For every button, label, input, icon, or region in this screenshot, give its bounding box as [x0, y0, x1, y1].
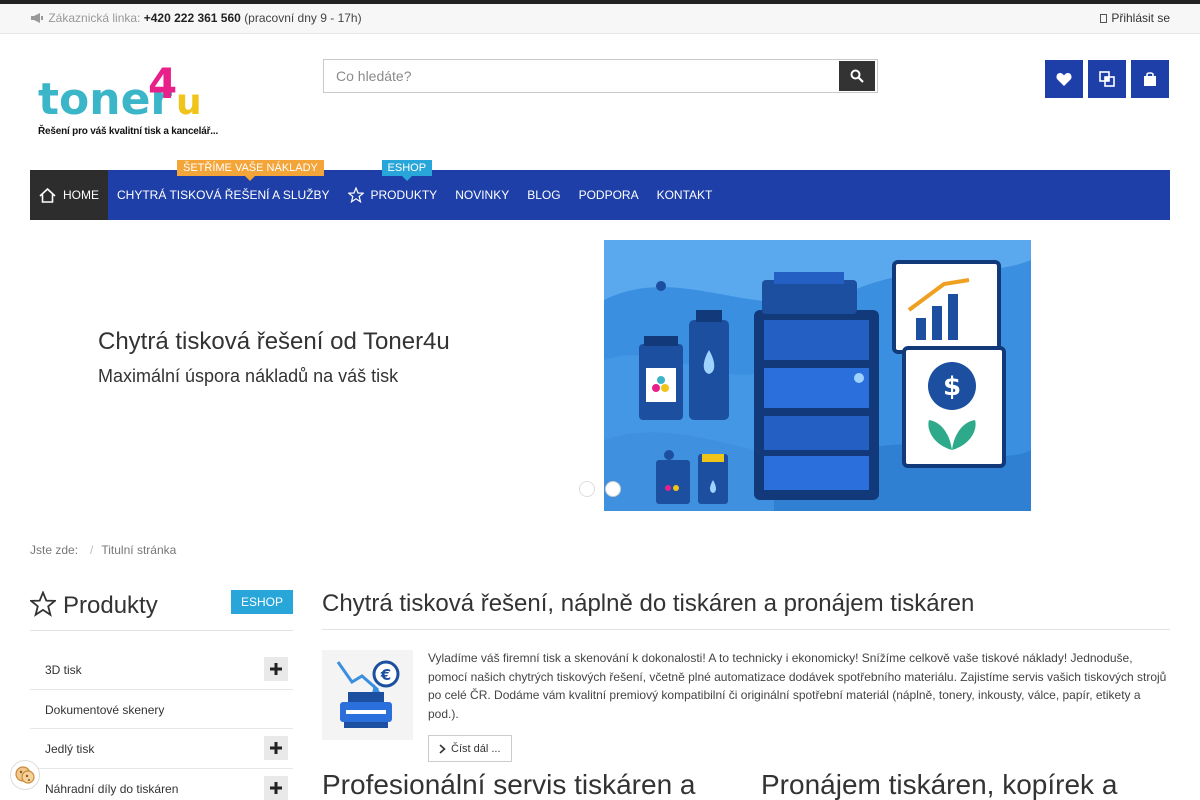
category-label: Náhradní díly do tiskáren	[45, 781, 179, 796]
hero-slider: Chytrá tisková řešení od Toner4u Maximál…	[30, 240, 1170, 512]
sidebar-category-3d-print[interactable]: 3D tisk	[30, 650, 293, 690]
category-label: 3D tisk	[45, 663, 82, 677]
section-title-service: Profesionální servis tiskáren a	[322, 769, 696, 800]
breadcrumb-separator: /	[90, 543, 94, 557]
svg-text:€: €	[380, 666, 391, 684]
sidebar-category-spare-parts[interactable]: Náhradní díly do tiskáren	[30, 769, 293, 800]
main-navigation: Home Šetříme vaše náklady Chytrá tisková…	[30, 160, 1170, 220]
cookie-icon	[15, 766, 35, 784]
bag-icon	[1144, 72, 1156, 86]
nav-item-label: Podpora	[578, 188, 639, 202]
sidebar-header: Produkty ESHOP	[30, 585, 293, 631]
nav-item-blog[interactable]: Blog	[518, 170, 569, 220]
chevron-right-icon	[439, 743, 446, 754]
megaphone-icon	[31, 13, 43, 23]
slide-title: Chytrá tisková řešení od Toner4u	[98, 328, 450, 355]
search-button[interactable]	[839, 61, 875, 91]
plus-icon	[270, 742, 282, 754]
cookie-settings-button[interactable]	[10, 760, 40, 790]
breadcrumb-label: Jste zde:	[30, 543, 79, 557]
main-content: Chytrá tisková řešení, náplně do tiskáre…	[322, 585, 1170, 800]
section-title-rental: Pronájem tiskáren, kopírek a	[761, 769, 1118, 800]
site-logo[interactable]: toner 4 u Řešení pro váš kvalitní tisk a…	[36, 58, 226, 142]
intro-paragraph: Vyladíme váš firemní tisk a skenování k …	[428, 651, 1167, 721]
sidebar-category-scanners[interactable]: Dokumentové skenery	[30, 690, 293, 729]
logo-slogan: Řešení pro váš kvalitní tisk a kancelář.…	[38, 126, 219, 137]
nav-item-news[interactable]: Novinky	[446, 170, 518, 220]
plus-icon	[270, 781, 282, 794]
nav-item-home[interactable]: Home	[30, 170, 108, 220]
nav-item-products[interactable]: Eshop Produkty	[339, 160, 447, 220]
nav-item-contact[interactable]: Kontakt	[648, 170, 722, 220]
home-icon	[39, 187, 56, 203]
nav-badge-savings: Šetříme vaše náklady	[177, 160, 324, 181]
compare-icon	[1099, 71, 1115, 87]
sidebar-eshop-badge[interactable]: ESHOP	[230, 590, 293, 614]
search-icon	[850, 69, 864, 83]
top-bar: Zákaznická linka: +420 222 361 560 (prac…	[0, 4, 1200, 34]
nav-item-support[interactable]: Podpora	[570, 170, 648, 220]
compare-button[interactable]	[1088, 60, 1126, 98]
login-label: Přihlásit se	[1111, 11, 1170, 25]
wishlist-button[interactable]	[1045, 60, 1083, 98]
nav-item-smart-print[interactable]: Šetříme vaše náklady Chytrá tisková řeše…	[108, 160, 339, 220]
read-more-button[interactable]: Číst dál ...	[428, 735, 512, 762]
star-icon	[347, 187, 364, 203]
nav-item-label: Chytrá tisková řešení a služby	[117, 188, 330, 202]
nav-item-label: Kontakt	[656, 188, 713, 202]
category-label: Jedlý tisk	[45, 742, 95, 756]
hotline-label: Zákaznická linka:	[48, 11, 141, 25]
sidebar-products: Produkty ESHOP 3D tisk Dokumentové skene…	[30, 585, 293, 800]
customer-hotline: Zákaznická linka: +420 222 361 560 (prac…	[30, 11, 362, 25]
svg-text:$: $	[943, 372, 961, 402]
cost-savings-printer-image: €	[322, 650, 413, 740]
login-link[interactable]: Přihlásit se	[1100, 11, 1170, 25]
nav-item-label: Blog	[527, 188, 561, 202]
sidebar-title: Produkty	[63, 592, 158, 619]
search-box	[323, 59, 878, 93]
nav-badge-eshop: Eshop	[381, 160, 433, 181]
expand-button[interactable]	[264, 657, 288, 681]
sidebar-category-edible-print[interactable]: Jedlý tisk	[30, 729, 293, 769]
slider-dot-2[interactable]	[605, 481, 621, 497]
slide-subtitle: Maximální úspora nákladů na váš tisk	[98, 366, 399, 386]
hotline-phone[interactable]: +420 222 361 560	[144, 11, 241, 25]
slider-dot-1[interactable]	[579, 481, 595, 497]
expand-button[interactable]	[264, 736, 288, 760]
user-icon	[1100, 14, 1108, 23]
read-more-label: Číst dál ...	[451, 742, 501, 755]
expand-button[interactable]	[264, 775, 288, 800]
page-title: Chytrá tisková řešení, náplně do tiskáre…	[322, 585, 1170, 630]
svg-text:4: 4	[148, 59, 177, 108]
nav-item-label: Novinky	[455, 188, 510, 202]
hotline-hours: (pracovní dny 9 - 17h)	[244, 11, 362, 25]
plus-icon	[270, 663, 282, 675]
breadcrumb-home-link[interactable]: Titulní stránka	[101, 543, 176, 557]
nav-item-label: Home	[63, 188, 99, 202]
category-label: Dokumentové skenery	[45, 702, 165, 717]
star-outline-icon	[30, 591, 56, 617]
cart-button[interactable]	[1131, 60, 1169, 98]
breadcrumb: Jste zde: / Titulní stránka	[30, 543, 176, 557]
nav-item-label: Produkty	[370, 188, 438, 202]
heart-icon	[1056, 73, 1072, 86]
svg-text:u: u	[176, 82, 202, 123]
printer-illustration: $	[604, 240, 1031, 511]
search-input[interactable]	[324, 60, 838, 92]
toner4u-logo-mark: toner 4 u	[38, 59, 202, 125]
